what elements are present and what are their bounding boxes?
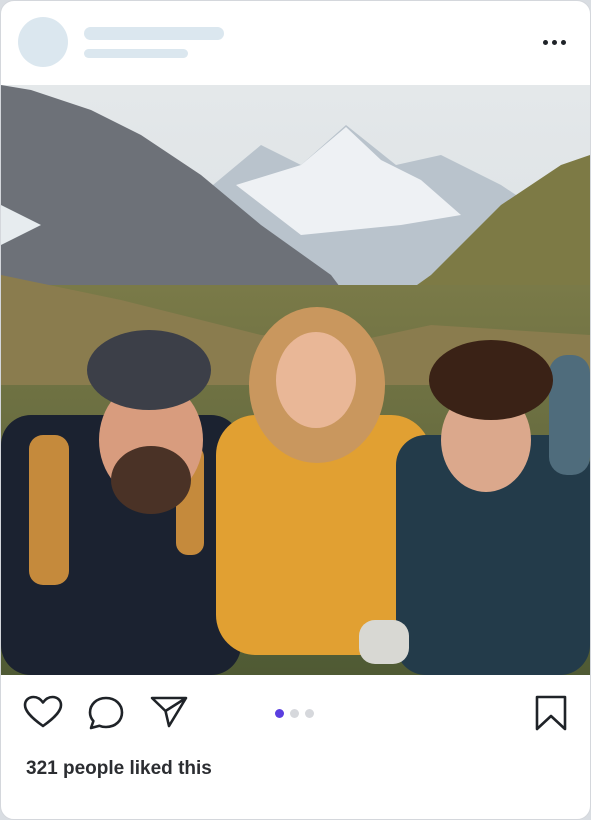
send-icon — [150, 696, 188, 728]
more-horizontal-icon — [542, 39, 548, 45]
carousel-indicator — [275, 709, 314, 718]
post-card: 321 people liked this — [0, 0, 591, 820]
carousel-dot[interactable] — [290, 709, 299, 718]
heart-icon — [23, 695, 63, 728]
location-placeholder — [84, 49, 188, 58]
post-actions: 321 people liked this — [1, 675, 590, 819]
save-button[interactable] — [534, 694, 568, 737]
more-options-button[interactable] — [537, 31, 571, 53]
avatar[interactable] — [18, 17, 68, 67]
photo-illustration — [1, 85, 590, 675]
bookmark-icon — [535, 695, 567, 731]
carousel-dot[interactable] — [305, 709, 314, 718]
more-dot — [560, 39, 566, 45]
like-button[interactable] — [23, 695, 63, 734]
post-header — [1, 1, 590, 85]
carousel-dot-active[interactable] — [275, 709, 284, 718]
share-button[interactable] — [149, 695, 189, 734]
comment-button[interactable] — [87, 695, 125, 736]
more-dot — [551, 39, 557, 45]
likes-count[interactable]: 321 people liked this — [26, 758, 212, 780]
post-photo[interactable] — [1, 85, 590, 675]
comment-bubble-icon — [88, 696, 124, 730]
username-placeholder — [84, 27, 224, 40]
